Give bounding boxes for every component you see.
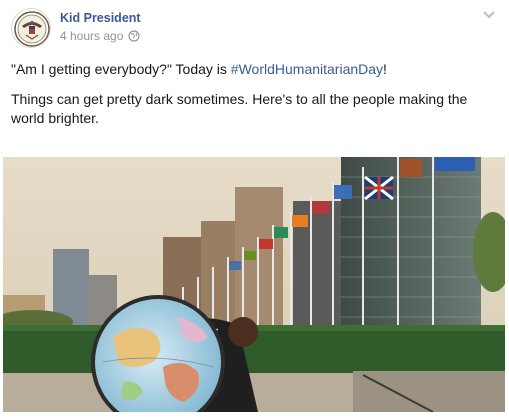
post-video-image[interactable] (3, 157, 505, 412)
timestamp-link[interactable]: 4 hours ago (60, 29, 123, 43)
post-text-suffix: ! (383, 61, 387, 77)
profile-avatar[interactable] (11, 8, 51, 48)
author-name-link[interactable]: Kid President (60, 11, 141, 25)
post-text-line-2: Things can get pretty dark sometimes. He… (11, 91, 468, 126)
un-flags-globe-photo (3, 157, 505, 412)
post-text-prefix: "Am I getting everybody?" Today is (11, 61, 231, 77)
presidential-seal-icon (14, 11, 50, 47)
post-text: "Am I getting everybody?" Today is #Worl… (11, 60, 491, 139)
globe-icon[interactable] (128, 30, 140, 42)
hashtag-link[interactable]: #WorldHumanitarianDay (231, 61, 383, 77)
post-meta: 4 hours ago (60, 29, 140, 43)
chevron-down-icon[interactable] (481, 8, 497, 22)
news-feed-post: Kid President 4 hours ago "Am I getting … (0, 0, 509, 418)
post-text-line-1: "Am I getting everybody?" Today is #Worl… (11, 60, 491, 79)
